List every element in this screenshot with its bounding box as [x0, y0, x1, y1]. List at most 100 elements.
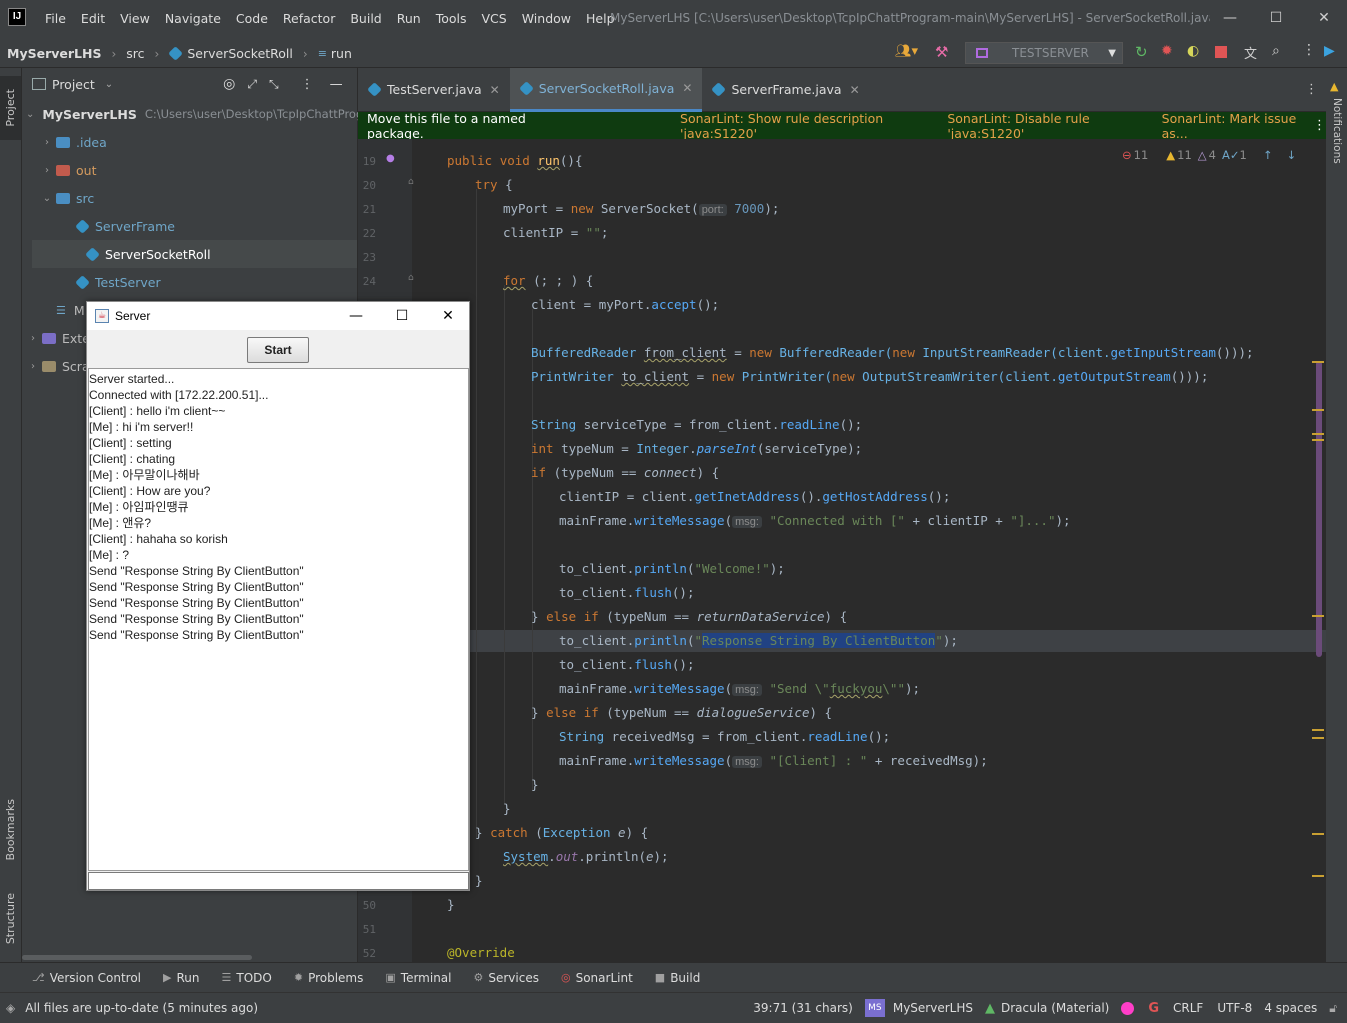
menu-code[interactable]: Code — [236, 11, 268, 26]
close-tab-icon[interactable]: ✕ — [490, 83, 500, 97]
status-project[interactable]: MyServerLHS — [893, 1001, 973, 1015]
maximize-icon[interactable]: ☐ — [1264, 6, 1288, 30]
debug-bug-icon[interactable]: ✹ — [1161, 43, 1173, 59]
tool-sonarlint[interactable]: ◎ SonarLint — [561, 971, 633, 985]
close-tab-icon[interactable]: ✕ — [850, 83, 860, 97]
stop-icon[interactable] — [1215, 46, 1227, 58]
tool-bookmarks[interactable]: Bookmarks — [0, 788, 21, 872]
tool-problems[interactable]: ✹ Problems — [294, 971, 364, 985]
locate-target-icon[interactable]: ◎ — [223, 76, 235, 92]
next-highlight-icon[interactable]: ↓ — [1286, 148, 1296, 162]
chevron-down-icon[interactable]: ⌄ — [26, 109, 34, 120]
start-button[interactable]: Start — [247, 337, 309, 363]
close-icon[interactable]: ✕ — [425, 302, 471, 330]
minimize-icon[interactable]: — — [333, 302, 379, 330]
tool-services[interactable]: ⚙ Services — [474, 971, 539, 985]
code-with-me-icon[interactable]: ▶ — [1324, 43, 1335, 59]
warning-marker[interactable] — [1312, 875, 1324, 877]
implements-marker-icon[interactable]: ● — [386, 153, 395, 164]
more-options-icon[interactable]: ⋮ — [1313, 118, 1326, 133]
more-options-icon[interactable]: ⋮ — [301, 77, 314, 92]
fold-marker-icon[interactable]: ⌂ — [408, 273, 414, 283]
translate-icon[interactable]: 文 — [1244, 43, 1257, 62]
breadcrumb-project[interactable]: MyServerLHS — [7, 46, 101, 61]
horizontal-scrollbar[interactable] — [22, 955, 252, 960]
theme-color-dot-icon[interactable] — [1121, 1001, 1135, 1015]
chevron-right-icon[interactable]: › — [40, 137, 54, 148]
banner-link-disable-rule[interactable]: SonarLint: Disable rule 'java:S1220' — [947, 111, 1141, 141]
menu-run[interactable]: Run — [397, 11, 421, 26]
run-configuration-select[interactable]: TESTSERVER ▼ — [965, 42, 1123, 64]
minimize-icon[interactable]: — — [1218, 6, 1242, 30]
more-options-icon[interactable]: ⋮ — [1302, 42, 1316, 58]
warning-marker[interactable] — [1312, 615, 1324, 617]
chevron-down-icon[interactable]: ⌄ — [105, 79, 113, 90]
close-tab-icon[interactable]: ✕ — [682, 81, 692, 95]
warning-marker[interactable] — [1312, 439, 1324, 441]
menu-file[interactable]: File — [45, 11, 66, 26]
banner-link-mark-issue[interactable]: SonarLint: Mark issue as... — [1162, 111, 1305, 141]
tree-item-src[interactable]: ⌄ src — [22, 184, 357, 212]
tree-item-out[interactable]: › out — [22, 156, 357, 184]
expand-all-icon[interactable]: ⤢ — [247, 77, 257, 92]
code-editor[interactable]: 19 20 21 22 23 24 50 51 52 ● ⌂ ⌂ ⊖ 11 ▲ … — [358, 139, 1326, 962]
close-icon[interactable]: ✕ — [1312, 6, 1336, 30]
file-encoding[interactable]: UTF-8 — [1217, 1001, 1252, 1015]
tab-serverframe[interactable]: ServerFrame.java ✕ — [702, 68, 869, 112]
hide-panel-icon[interactable]: — — [330, 77, 343, 92]
run-with-coverage-icon[interactable]: ◐ — [1187, 43, 1199, 59]
tab-serversocketroll[interactable]: ServerSocketRoll.java ✕ — [509, 67, 703, 112]
previous-highlight-icon[interactable]: ↑ — [1263, 148, 1273, 162]
warning-marker[interactable] — [1312, 361, 1324, 363]
editor-scrollbar[interactable] — [1316, 361, 1322, 657]
menu-edit[interactable]: Edit — [81, 11, 105, 26]
menu-refactor[interactable]: Refactor — [283, 11, 335, 26]
project-panel-title[interactable]: Project — [52, 77, 95, 92]
warning-marker[interactable] — [1312, 833, 1324, 835]
tool-notifications[interactable]: Notifications — [1328, 96, 1346, 166]
status-message[interactable]: All files are up-to-date (5 minutes ago) — [25, 1001, 258, 1015]
chevron-right-icon[interactable]: › — [40, 165, 54, 176]
notifications-bell-icon[interactable]: ▲ — [1330, 80, 1338, 93]
rerun-icon[interactable]: ↻ — [1135, 43, 1148, 61]
lock-icon[interactable]: 🔓︎ — [1329, 1001, 1337, 1016]
message-input[interactable] — [88, 872, 469, 890]
indent-setting[interactable]: 4 spaces — [1264, 1001, 1317, 1015]
menu-build[interactable]: Build — [350, 11, 381, 26]
chevron-right-icon[interactable]: › — [26, 361, 40, 372]
inspection-widget[interactable]: ⊖ 11 ▲ 11 △ 4 A✓ 1 ↑ ↓ — [1122, 148, 1296, 162]
status-layout-icon[interactable]: ◈ — [6, 1001, 15, 1015]
chevron-right-icon[interactable]: › — [26, 333, 40, 344]
menu-navigate[interactable]: Navigate — [165, 11, 221, 26]
chevron-down-icon[interactable]: ⌄ — [40, 193, 54, 204]
search-icon[interactable]: ⌕ — [1272, 43, 1280, 59]
menu-vcs[interactable]: VCS — [482, 11, 507, 26]
warning-marker[interactable] — [1312, 729, 1324, 731]
tree-item-idea[interactable]: › .idea — [22, 128, 357, 156]
banner-link-show-rule[interactable]: SonarLint: Show rule description 'java:S… — [680, 111, 927, 141]
tabs-more-icon[interactable]: ⋮ — [1305, 82, 1318, 97]
server-log-area[interactable]: Server started... Connected with [172.22.… — [88, 368, 469, 871]
tool-build[interactable]: ■ Build — [655, 971, 701, 985]
warning-marker[interactable] — [1312, 409, 1324, 411]
menu-tools[interactable]: Tools — [436, 11, 467, 26]
tool-terminal[interactable]: ▣ Terminal — [385, 971, 451, 985]
tab-testserver[interactable]: TestServer.java ✕ — [358, 68, 510, 112]
google-icon[interactable]: G — [1148, 1001, 1159, 1016]
menu-view[interactable]: View — [120, 11, 150, 26]
tool-run[interactable]: ▶ Run — [163, 971, 199, 985]
tool-version-control[interactable]: ⎇ Version Control — [32, 971, 141, 985]
menu-window[interactable]: Window — [522, 11, 571, 26]
build-hammer-icon[interactable]: ⚒ — [935, 43, 948, 61]
account-icon[interactable]: 👥︎▾ — [895, 44, 918, 59]
line-separator[interactable]: CRLF — [1173, 1001, 1203, 1015]
tree-item-testserver[interactable]: TestServer — [22, 268, 357, 296]
breadcrumb-method[interactable]: run — [331, 46, 352, 61]
tool-structure[interactable]: Structure — [0, 883, 21, 955]
tree-item-serverframe[interactable]: ServerFrame — [22, 212, 357, 240]
collapse-all-icon[interactable]: ⤡ — [269, 77, 279, 92]
intellij-logo-icon[interactable]: IJ — [8, 8, 26, 26]
caret-position[interactable]: 39:71 (31 chars) — [753, 1001, 853, 1015]
tree-item-serversocketroll[interactable]: ServerSocketRoll — [32, 240, 357, 268]
breadcrumb-src[interactable]: src — [126, 46, 144, 61]
